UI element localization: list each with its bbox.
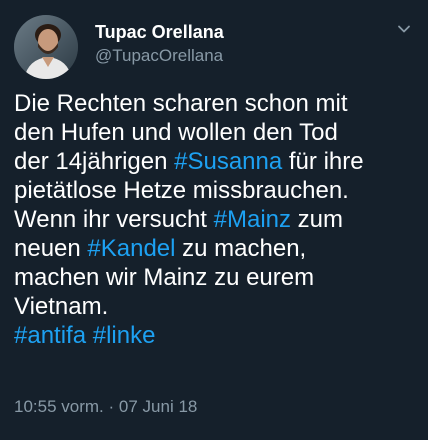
tweet-text-segment: Vietnam. <box>14 293 109 320</box>
tweet-line: #antifa #linke <box>14 321 418 350</box>
tweet-line: Die Rechten scharen schon mit <box>14 89 418 118</box>
tweet-date: 07 Juni 18 <box>118 397 198 416</box>
tweet-text: Die Rechten scharen schon mit den Hufen u… <box>14 89 418 350</box>
tweet-line: machen wir Mainz zu eurem <box>14 263 418 292</box>
tweet-text-segment: der 14jährigen <box>14 148 175 175</box>
hashtag-link[interactable]: #antifa <box>14 322 86 349</box>
hashtag-link[interactable]: #Susanna <box>174 148 282 175</box>
tweet-line: der 14jährigen #Susanna für ihre <box>14 147 418 176</box>
avatar[interactable] <box>14 15 78 79</box>
tweet-line: den Hufen und wollen den Tod <box>14 118 418 147</box>
tweet-line: neuen #Kandel zu machen, <box>14 234 418 263</box>
tweet-text-segment: pietätlose Hetze missbrauchen. <box>14 177 349 204</box>
tweet-time: 10:55 vorm. <box>14 397 104 416</box>
tweet-line: Vietnam. <box>14 292 418 321</box>
tweet-text-segment: den Hufen und wollen den Tod <box>14 119 338 146</box>
hashtag-link[interactable]: #linke <box>93 322 156 349</box>
user-handle[interactable]: @TupacOrellana <box>95 46 223 66</box>
tweet-card: Tupac Orellana @TupacOrellana Die Rechte… <box>0 0 428 440</box>
tweet-text-segment: zum <box>291 206 344 233</box>
tweet-text-segment: neuen <box>14 235 88 262</box>
timestamp-separator: · <box>108 397 115 416</box>
chevron-down-icon[interactable] <box>396 21 412 37</box>
tweet-line: pietätlose Hetze missbrauchen. <box>14 176 418 205</box>
profile-photo-icon <box>14 15 78 79</box>
tweet-line: Wenn ihr versucht #Mainz zum <box>14 205 418 234</box>
tweet-text-segment: zu machen, <box>175 235 307 262</box>
tweet-text-segment <box>86 322 93 349</box>
tweet-text-segment: für ihre <box>282 148 364 175</box>
tweet-text-segment: Die Rechten scharen schon mit <box>14 90 348 117</box>
tweet-text-segment: machen wir Mainz zu eurem <box>14 264 315 291</box>
hashtag-link[interactable]: #Kandel <box>87 235 175 262</box>
hashtag-link[interactable]: #Mainz <box>214 206 291 233</box>
display-name[interactable]: Tupac Orellana <box>95 22 224 43</box>
tweet-text-segment: Wenn ihr versucht <box>14 206 214 233</box>
tweet-timestamp[interactable]: 10:55 vorm. · 07 Juni 18 <box>14 397 197 417</box>
